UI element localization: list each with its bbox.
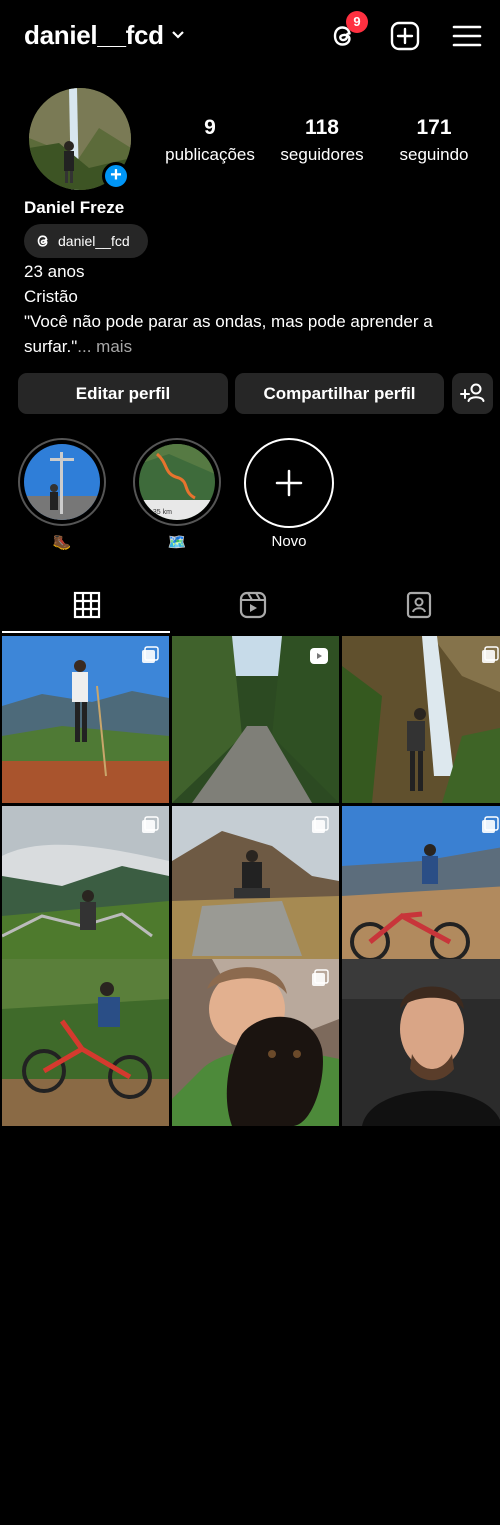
reels-icon [239,591,267,619]
svg-text:3,35 km: 3,35 km [147,509,172,516]
tagged-icon [406,591,432,619]
post-thumbnail[interactable] [2,806,169,973]
carousel-icon [482,816,499,833]
carousel-icon [312,969,329,986]
highlight-cover [24,444,100,520]
post-image [342,959,500,1126]
highlight-caption: 🗺️ [167,534,187,551]
followers-label: seguidores [280,145,364,164]
post-thumbnail[interactable] [342,806,500,973]
add-person-icon [460,383,485,402]
post-thumbnail[interactable] [172,959,339,1126]
highlight-caption: 🥾 [52,534,72,551]
posts-count: 9 [204,116,216,139]
carousel-icon [142,646,159,663]
chevron-down-icon[interactable] [171,30,185,40]
following-label: seguindo [399,145,469,164]
plus-icon [275,469,303,497]
carousel-icon [142,816,159,833]
highlight-cover: 3,35 km [139,444,215,520]
bio-line: surfar." [24,337,78,356]
add-story-button[interactable]: + [102,162,130,190]
following-stat[interactable]: 171 seguindo [384,116,484,165]
post-thumbnail[interactable] [172,636,339,803]
notification-badge: 9 [346,11,368,33]
posts-stat[interactable]: 9 publicações [160,116,260,165]
bio-line: "Você não pode parar as ondas, mas pode … [24,312,433,331]
post-image [2,959,169,1126]
post-image [342,806,500,973]
new-highlight-button[interactable] [244,438,334,528]
active-tab-indicator [2,631,170,633]
threads-handle: daniel__fcd [58,233,130,249]
threads-profile-link[interactable]: daniel__fcd [24,224,148,258]
posts-label: publicações [165,145,255,164]
tab-posts-grid[interactable] [2,575,168,635]
following-count: 171 [416,116,452,139]
highlight-boots[interactable] [18,438,106,526]
carousel-icon [482,646,499,663]
reel-icon [310,648,328,664]
discover-people-button[interactable] [452,373,493,414]
bio-line: Cristão [24,287,78,306]
profile-header: daniel__fcd 9 [0,0,500,76]
new-highlight-label: Novo [271,533,307,550]
share-profile-button[interactable]: Compartilhar perfil [235,373,444,414]
post-thumbnail[interactable] [2,959,169,1126]
full-name: Daniel Freze [24,198,125,217]
profile-tabs [0,575,500,635]
post-thumbnail[interactable] [342,636,500,803]
grid-icon [73,591,101,619]
tab-reels[interactable] [168,575,334,635]
username-switcher[interactable]: daniel__fcd [24,20,164,51]
post-thumbnail[interactable] [172,806,339,973]
add-post-icon[interactable] [389,20,421,52]
followers-stat[interactable]: 118 seguidores [272,116,372,165]
bio-line: 23 anos [24,262,85,281]
menu-icon[interactable] [451,20,483,52]
edit-profile-button[interactable]: Editar perfil [18,373,228,414]
post-image [342,636,500,803]
followers-count: 118 [305,116,339,139]
bio-more-link[interactable]: ... mais [77,337,132,356]
threads-icon [37,235,48,247]
tab-tagged[interactable] [334,575,500,635]
post-thumbnail[interactable] [342,959,500,1126]
bio-last-line: surfar."... mais [24,334,132,359]
highlight-map[interactable]: 3,35 km [133,438,221,526]
carousel-icon [312,816,329,833]
post-thumbnail[interactable] [2,636,169,803]
